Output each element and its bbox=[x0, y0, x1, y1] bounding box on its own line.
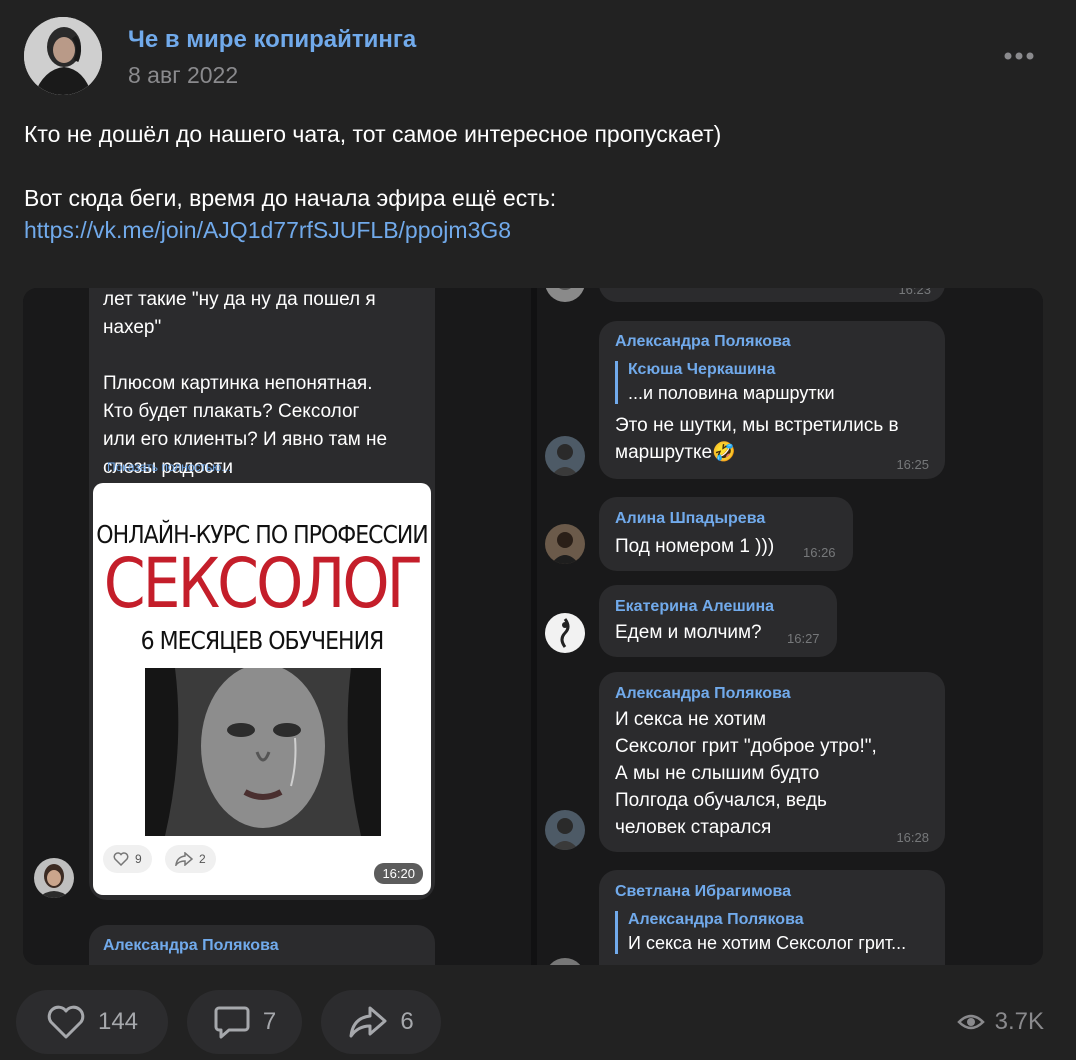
message-text: Едем и молчим? bbox=[615, 622, 762, 643]
quote-text: И секса не хотим Сексолог грит... bbox=[628, 933, 907, 953]
message-author: Екатерина Алешина bbox=[615, 598, 775, 615]
text-line: лет такие "ну да ну да пошел я bbox=[103, 289, 376, 310]
comment-button[interactable]: 7 bbox=[187, 990, 302, 1054]
chat-screenshot-left: лет такие "ну да ну да пошел я нахер" Пл… bbox=[23, 288, 531, 965]
message-author: Александра Полякова bbox=[615, 685, 791, 702]
card-like-count: 9 bbox=[135, 852, 142, 866]
text-line: Плюсом картинка непонятная. bbox=[103, 373, 373, 394]
message-author: Александра Полякова bbox=[615, 333, 791, 350]
more-icon[interactable] bbox=[1000, 44, 1040, 68]
message-bubble: Алина Шпадырева Под номером 1 ))) 16:26 bbox=[599, 497, 853, 571]
channel-avatar[interactable] bbox=[24, 17, 102, 95]
quote-author: Ксюша Черкашина bbox=[628, 361, 776, 378]
heart-icon bbox=[113, 852, 129, 866]
card-subheading: 6 МЕСЯЦЕВ ОБУЧЕНИЯ bbox=[140, 627, 385, 656]
views-count: 3.7K bbox=[994, 1008, 1044, 1035]
post-text: Кто не дошёл до нашего чата, тот самое и… bbox=[24, 118, 1034, 246]
card-photo bbox=[145, 664, 381, 836]
message-text: Это не шутки, мы встретились в маршрутке… bbox=[615, 415, 899, 463]
message-text: Под номером 1 ))) bbox=[615, 536, 775, 557]
card-time: 16:20 bbox=[374, 863, 423, 884]
message-bubble: Александра Полякова И секса не хотим Сек… bbox=[599, 672, 945, 852]
message-bubble: Александра Полякова bbox=[89, 925, 435, 965]
text-line: нахер" bbox=[103, 317, 162, 338]
attached-screenshot[interactable]: лет такие "ну да ну да пошел я нахер" Пл… bbox=[23, 288, 1043, 965]
text-line: или его клиенты? И явно там не bbox=[103, 429, 388, 450]
avatar bbox=[545, 288, 585, 302]
like-count: 144 bbox=[97, 1008, 139, 1035]
channel-name[interactable]: Че в мире копирайтинга bbox=[128, 26, 416, 54]
share-count: 6 bbox=[400, 1008, 414, 1035]
share-button[interactable]: 6 bbox=[321, 990, 441, 1054]
avatar bbox=[545, 524, 585, 564]
share-icon bbox=[175, 852, 193, 866]
share-icon bbox=[349, 1006, 387, 1038]
message-bubble: 16:23 bbox=[599, 288, 945, 302]
message-bubble: Светлана Ибрагимова Александра Полякова … bbox=[599, 870, 945, 965]
quote-text: ...и половина маршрутки bbox=[628, 383, 835, 403]
views-counter: 3.7K bbox=[956, 1008, 1044, 1036]
message-author: Алина Шпадырева bbox=[615, 510, 766, 527]
show-more-link: Показать полностью... bbox=[107, 460, 232, 474]
heart-icon bbox=[47, 1005, 85, 1039]
post-date[interactable]: 8 авг 2022 bbox=[128, 62, 238, 89]
chat-screenshot-right: 16:23 Александра Полякова Ксюша Черкашин… bbox=[537, 288, 1043, 965]
post-line-2: Вот сюда беги, время до начала эфира ещё… bbox=[24, 185, 557, 211]
message-time: 16:28 bbox=[896, 830, 929, 845]
avatar bbox=[545, 613, 585, 653]
message-text: лет такие "ну да ну да пошел я нахер" Пл… bbox=[103, 288, 423, 482]
message-author: Александра Полякова bbox=[103, 937, 279, 954]
message-bubble: Александра Полякова Ксюша Черкашина ...и… bbox=[599, 321, 945, 479]
eye-icon bbox=[956, 1014, 985, 1030]
message-time: 16:26 bbox=[803, 545, 836, 560]
message-time: 16:23 bbox=[898, 288, 931, 297]
avatar bbox=[545, 810, 585, 850]
post-link[interactable]: https://vk.me/join/AJQ1d77rfSJUFLB/ppojm… bbox=[24, 217, 511, 243]
card-like: 9 bbox=[103, 845, 152, 873]
message-text: И секса не хотим Сексолог грит "доброе у… bbox=[615, 709, 877, 838]
avatar bbox=[545, 436, 585, 476]
quote-author: Александра Полякова bbox=[628, 911, 804, 928]
message-bubble: Екатерина Алешина Едем и молчим? 16:27 bbox=[599, 585, 837, 657]
reply-quote: Ксюша Черкашина ...и половина маршрутки bbox=[615, 361, 929, 404]
card-share-count: 2 bbox=[199, 852, 206, 866]
comment-icon bbox=[214, 1006, 250, 1039]
comment-count: 7 bbox=[262, 1008, 277, 1035]
message-author: Светлана Ибрагимова bbox=[615, 883, 792, 900]
message-time: 16:25 bbox=[896, 457, 929, 472]
avatar bbox=[545, 958, 585, 965]
shared-post-card: ОНЛАЙН-КУРС ПО ПРОФЕССИИ СЕКСОЛОГ 6 МЕСЯ… bbox=[93, 483, 431, 895]
avatar bbox=[34, 858, 74, 898]
text-line: Кто будет плакать? Сексолог bbox=[103, 401, 360, 422]
post-line-1: Кто не дошёл до нашего чата, тот самое и… bbox=[24, 121, 722, 147]
like-button[interactable]: 144 bbox=[16, 990, 168, 1054]
card-share: 2 bbox=[165, 845, 216, 873]
message-time: 16:27 bbox=[787, 631, 820, 646]
card-title: СЕКСОЛОГ bbox=[103, 543, 423, 625]
reply-quote: Александра Полякова И секса не хотим Сек… bbox=[615, 911, 929, 954]
